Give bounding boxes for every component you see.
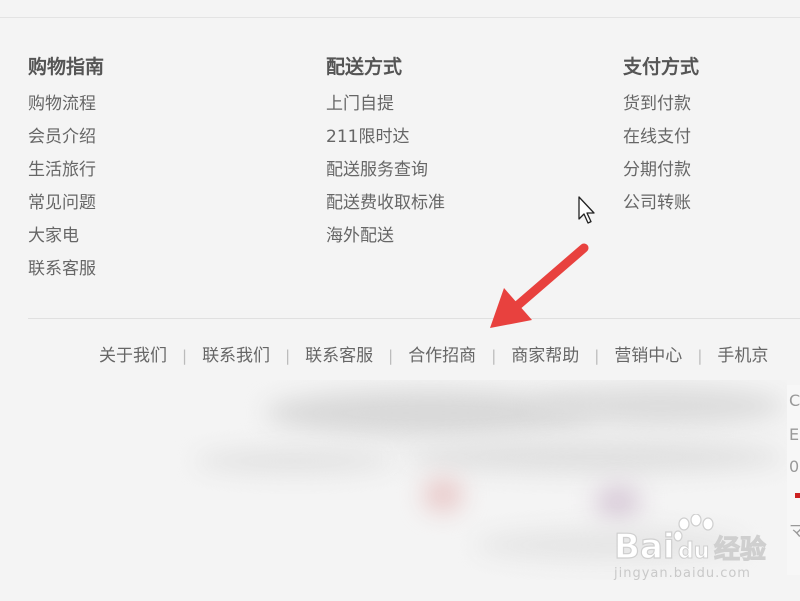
footer-link[interactable]: 分期付款 <box>623 154 699 187</box>
watermark-brand-cn: 经验 <box>714 534 766 565</box>
footer-link[interactable]: 配送服务查询 <box>326 154 445 187</box>
footer-link[interactable]: 海外配送 <box>326 220 445 253</box>
footer-link[interactable]: 上门自提 <box>326 88 445 121</box>
footer-column-shopping-guide: 购物指南 购物流程 会员介绍 生活旅行 常见问题 大家电 联系客服 <box>28 52 104 286</box>
separator: | <box>285 347 291 365</box>
mouse-pointer-icon <box>578 196 595 224</box>
footer-link[interactable]: 购物流程 <box>28 88 104 121</box>
column-title: 配送方式 <box>326 56 403 78</box>
top-rule <box>0 17 800 18</box>
bottom-link-merchant-help[interactable]: 商家帮助 <box>511 341 579 371</box>
footer-link[interactable]: 大家电 <box>28 220 104 253</box>
footer-link[interactable]: 货到付款 <box>623 88 699 121</box>
red-arrow-icon <box>490 243 589 328</box>
watermark-brand: Bai <box>614 527 675 567</box>
column-title: 购物指南 <box>28 56 105 78</box>
bottom-link-contact-us[interactable]: 联系我们 <box>202 341 270 371</box>
footer-link[interactable]: 公司转账 <box>623 187 699 220</box>
bottom-link-partnership[interactable]: 合作招商 <box>408 341 476 371</box>
footer-link[interactable]: 生活旅行 <box>28 154 104 187</box>
separator: | <box>491 347 497 365</box>
baidu-jingyan-watermark: Bai du 经验 jingyan.baidu.com <box>610 514 790 590</box>
bottom-link-marketing-center[interactable]: 营销中心 <box>614 341 682 371</box>
footer-column-delivery: 配送方式 上门自提 211限时达 配送服务查询 配送费收取标准 海外配送 <box>326 52 445 253</box>
bottom-link-customer-service[interactable]: 联系客服 <box>305 341 373 371</box>
column-title: 支付方式 <box>623 56 700 78</box>
mid-rule <box>28 318 800 319</box>
footer-column-payment: 支付方式 货到付款 在线支付 分期付款 公司转账 <box>623 52 699 220</box>
footer-link[interactable]: 在线支付 <box>623 121 699 154</box>
baidu-paw-logo-icon: Bai du 经验 <box>614 514 767 568</box>
separator: | <box>594 347 600 365</box>
separator: | <box>388 347 394 365</box>
separator: | <box>697 347 703 365</box>
bottom-link-row: 关于我们 | 联系我们 | 联系客服 | 合作招商 | 商家帮助 | 营销中心 | 手机京 <box>99 341 800 371</box>
footer-link[interactable]: 常见问题 <box>28 187 104 220</box>
footer-link[interactable]: 配送费收取标准 <box>326 187 445 220</box>
watermark-url: jingyan.baidu.com <box>614 566 751 581</box>
bottom-link-about-us[interactable]: 关于我们 <box>99 341 167 371</box>
watermark-brand-du: du <box>678 539 709 564</box>
separator: | <box>182 347 188 365</box>
footer-link[interactable]: 会员介绍 <box>28 121 104 154</box>
footer-link[interactable]: 211限时达 <box>326 121 445 154</box>
footer-link[interactable]: 联系客服 <box>28 253 104 286</box>
bottom-link-mobile[interactable]: 手机京 <box>717 341 768 371</box>
